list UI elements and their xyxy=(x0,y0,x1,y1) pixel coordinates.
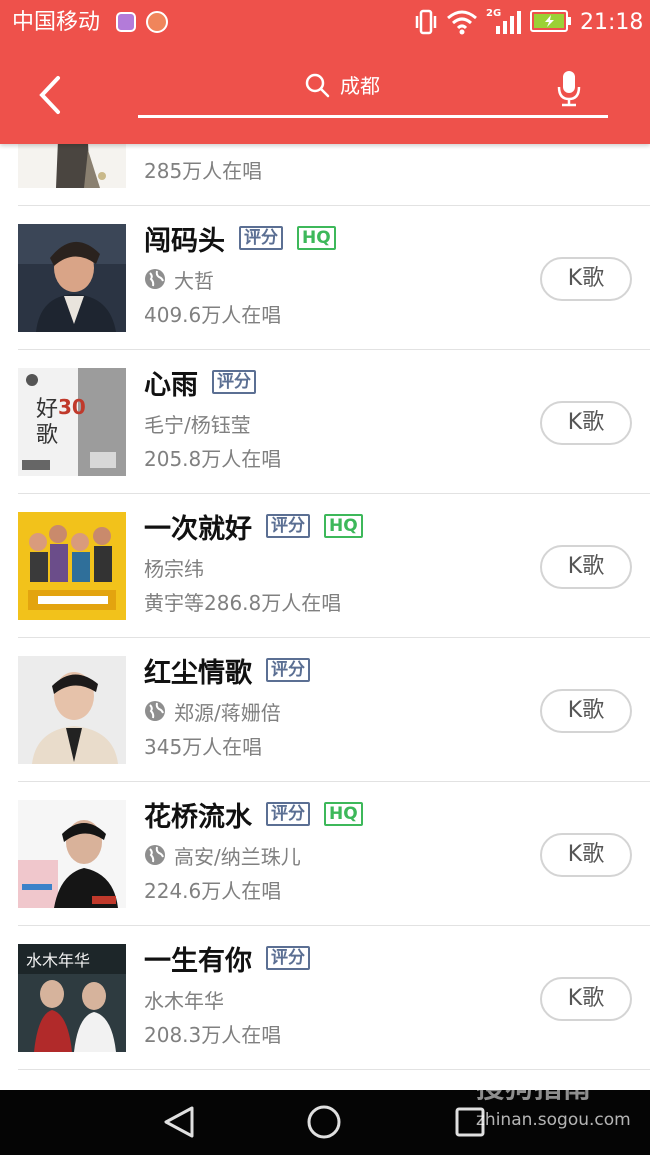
score-tag: 评分 xyxy=(212,370,256,394)
album-cover: 水木年华 xyxy=(18,944,126,1052)
hq-tag: HQ xyxy=(324,514,363,538)
artist-line: 水木年华 xyxy=(144,984,224,1014)
vibrate-icon xyxy=(414,9,438,39)
sing-count: 409.6万人在唱 xyxy=(144,303,282,327)
album-cover xyxy=(18,656,126,764)
k-song-button[interactable]: K歌 xyxy=(540,401,632,445)
hq-tag: HQ xyxy=(324,802,363,826)
watermark-url: zhinan.sogou.com xyxy=(476,1110,631,1130)
song-title: 红尘情歌 xyxy=(144,657,252,689)
globe-icon xyxy=(144,700,166,722)
song-row[interactable]: 闯码头 评分 HQ 大哲 409.6万人在唱 K歌 xyxy=(0,206,650,350)
svg-text:水木年华: 水木年华 xyxy=(26,951,90,970)
app-notification-icon xyxy=(146,11,168,33)
gallery-notification-icon xyxy=(116,12,136,32)
search-query: 成都 xyxy=(340,74,380,98)
artist-line: 大哲 xyxy=(144,264,214,294)
chevron-left-icon xyxy=(39,76,60,114)
score-tag: 评分 xyxy=(266,946,310,970)
carrier-name: 中国移动 xyxy=(12,10,101,35)
battery-icon xyxy=(530,10,572,36)
artist-name: 郑源/蒋姗倍 xyxy=(174,700,281,725)
search-input[interactable]: 成都 xyxy=(138,62,608,118)
album-cover xyxy=(18,512,126,620)
back-button[interactable] xyxy=(30,70,70,120)
sing-count: 205.8万人在唱 xyxy=(144,447,282,471)
svg-text:30: 30 xyxy=(58,395,86,419)
title-line: 心雨 评分 xyxy=(144,362,256,402)
album-cover: 好 30 歌 xyxy=(18,368,126,476)
title-line: 红尘情歌 评分 xyxy=(144,650,310,690)
artist-name: 大哲 xyxy=(174,268,214,293)
globe-icon xyxy=(144,268,166,290)
score-tag: 评分 xyxy=(266,658,310,682)
k-song-button[interactable]: K歌 xyxy=(540,257,632,301)
hq-tag: HQ xyxy=(297,226,336,250)
svg-text:好: 好 xyxy=(36,397,58,422)
album-cover xyxy=(18,800,126,908)
circle-home-icon[interactable] xyxy=(306,1104,342,1144)
artist-name: 杨宗纬 xyxy=(144,556,204,581)
wifi-icon xyxy=(446,8,478,40)
song-title: 一生有你 xyxy=(144,945,252,977)
clock: 21:18 xyxy=(580,10,644,35)
globe-icon xyxy=(144,844,166,866)
song-row[interactable]: 一次就好 评分 HQ 杨宗纬 黄宇等286.8万人在唱 K歌 xyxy=(0,494,650,638)
song-row[interactable]: 红尘情歌 评分 郑源/蒋姗倍 345万人在唱 K歌 xyxy=(0,638,650,782)
artist-line: 郑源/蒋姗倍 xyxy=(144,696,281,726)
title-line: 一次就好 评分 HQ xyxy=(144,506,363,546)
title-line: 花桥流水 评分 HQ xyxy=(144,794,363,834)
score-tag: 评分 xyxy=(239,226,283,250)
network-type-label: 2G xyxy=(486,8,501,19)
k-song-button[interactable]: K歌 xyxy=(540,833,632,877)
artist-line: 杨宗纬 xyxy=(144,552,204,582)
search-icon xyxy=(304,72,330,102)
song-list: 285万人在唱 K歌 闯码头 评分 HQ 大哲 409.6万人在 xyxy=(0,62,650,1090)
k-song-button[interactable]: K歌 xyxy=(540,977,632,1021)
watermark-logo: 搜狗指南 xyxy=(476,1071,593,1104)
sing-count: 208.3万人在唱 xyxy=(144,1023,282,1047)
artist-name: 高安/纳兰珠儿 xyxy=(174,844,301,869)
song-row[interactable]: 水木年华 一生有你 评分 水木年华 208.3万人在唱 K歌 xyxy=(0,926,650,1070)
k-song-button[interactable]: K歌 xyxy=(540,545,632,589)
song-title: 闯码头 xyxy=(144,225,225,257)
triangle-back-icon[interactable] xyxy=(162,1105,196,1143)
sing-count: 黄宇等286.8万人在唱 xyxy=(144,591,342,615)
title-line: 一生有你 评分 xyxy=(144,938,310,978)
score-tag: 评分 xyxy=(266,514,310,538)
sing-count: 285万人在唱 xyxy=(144,159,263,183)
header-bar: 中国移动 2G 21:18 成都 xyxy=(0,0,650,144)
song-row[interactable]: 花桥流水 评分 HQ 高安/纳兰珠儿 224.6万人在唱 K歌 xyxy=(0,782,650,926)
artist-line: 高安/纳兰珠儿 xyxy=(144,840,301,870)
k-song-button[interactable]: K歌 xyxy=(540,689,632,733)
song-title: 花桥流水 xyxy=(144,801,252,833)
album-cover xyxy=(18,224,126,332)
song-row[interactable]: 好 30 歌 心雨 评分 毛宁/杨钰莹 205.8万人在唱 K歌 xyxy=(0,350,650,494)
artist-line: 毛宁/杨钰莹 xyxy=(144,408,251,438)
song-title: 心雨 xyxy=(144,369,198,401)
song-title: 一次就好 xyxy=(144,513,252,545)
status-bar: 中国移动 2G 21:18 xyxy=(0,0,650,46)
title-line: 闯码头 评分 HQ xyxy=(144,218,336,258)
artist-name: 水木年华 xyxy=(144,988,224,1013)
sing-count: 224.6万人在唱 xyxy=(144,879,282,903)
artist-name: 毛宁/杨钰莹 xyxy=(144,412,251,437)
sing-count: 345万人在唱 xyxy=(144,735,263,759)
signal-icon: 2G xyxy=(486,6,522,40)
microphone-icon[interactable] xyxy=(556,70,582,112)
svg-text:歌: 歌 xyxy=(36,423,58,448)
score-tag: 评分 xyxy=(266,802,310,826)
